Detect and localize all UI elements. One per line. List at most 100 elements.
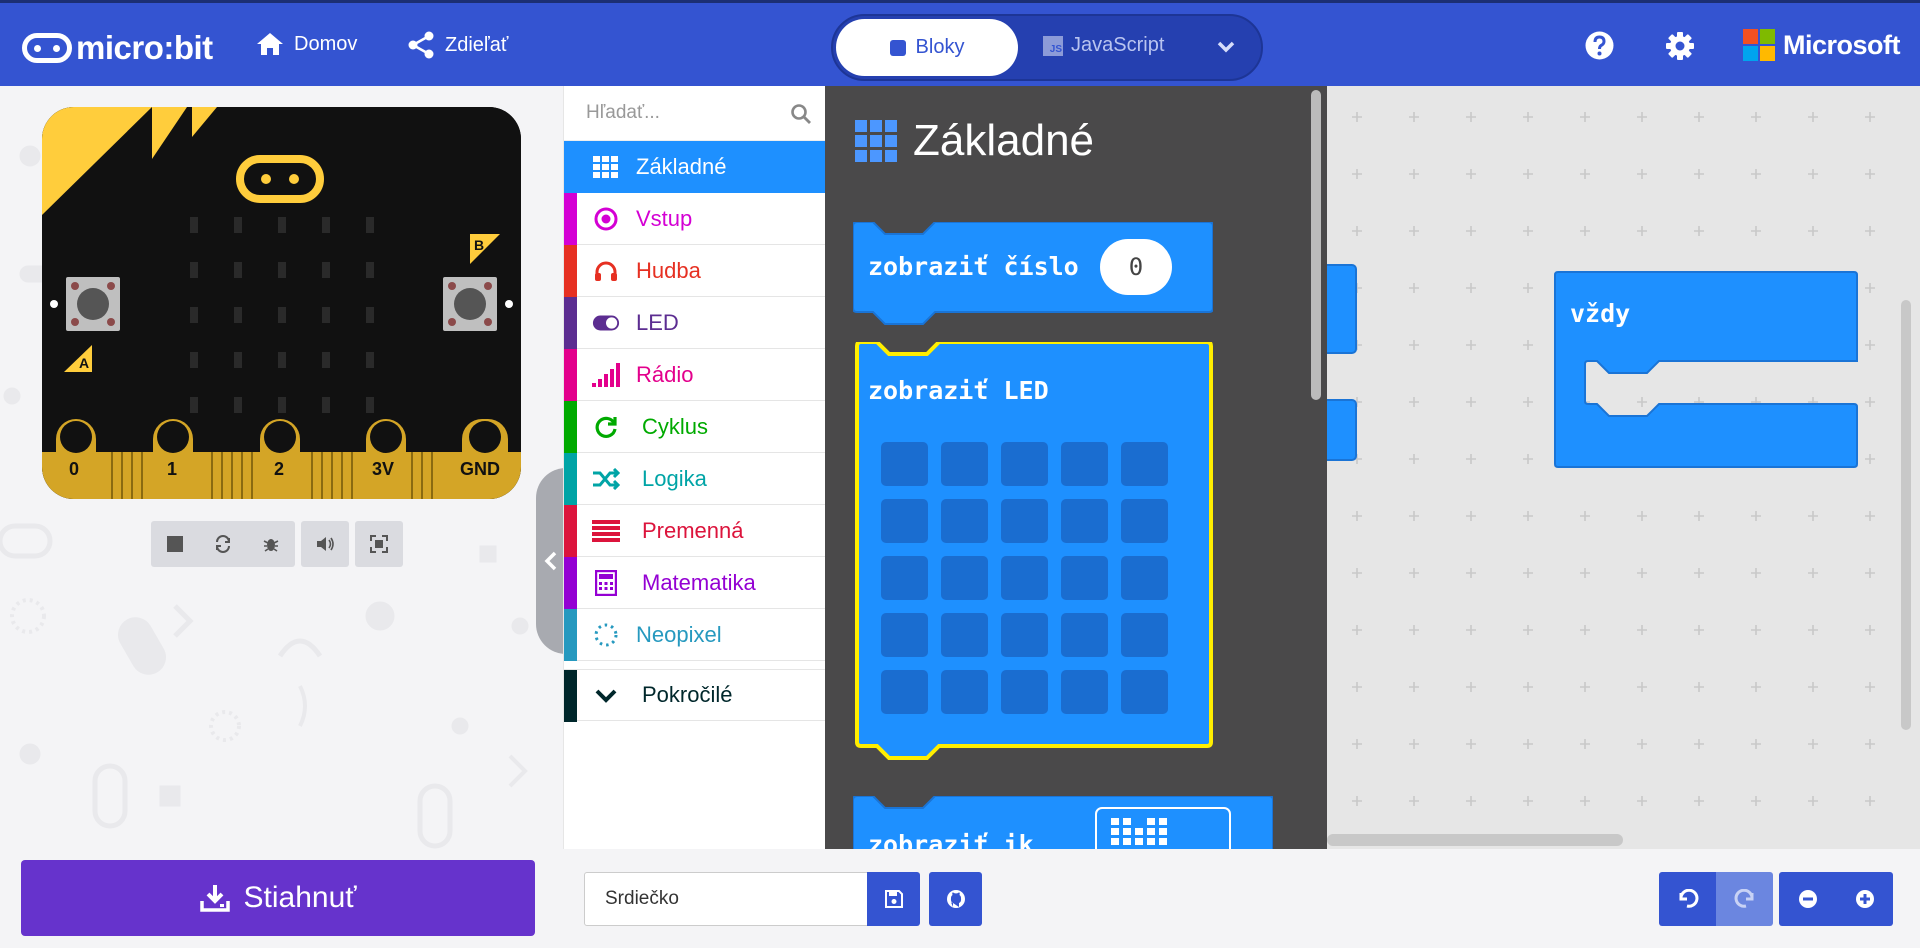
category-label: Hudba bbox=[636, 257, 701, 283]
settings-button[interactable] bbox=[1665, 31, 1695, 66]
zoom-in-button[interactable] bbox=[1836, 872, 1893, 926]
download-icon bbox=[199, 885, 230, 912]
debug-button[interactable] bbox=[247, 521, 295, 567]
language-dropdown-button[interactable] bbox=[1213, 34, 1239, 65]
home-button[interactable]: Domov bbox=[256, 31, 357, 57]
blocks-mode-button[interactable]: Bloky bbox=[836, 19, 1018, 76]
blocks-mode-label: Bloky bbox=[915, 36, 965, 58]
flyout-title: Základné bbox=[855, 116, 1094, 166]
category-label: Logika bbox=[642, 465, 707, 491]
category-radio[interactable]: Rádio bbox=[564, 349, 826, 401]
category-label: Premenná bbox=[642, 517, 744, 543]
logo-text: micro:bit bbox=[76, 29, 213, 66]
workspace-block-partial[interactable] bbox=[1327, 399, 1357, 461]
block-flyout: Základné zobraziť číslo 0 zobraziť LED z… bbox=[825, 86, 1327, 849]
microsoft-label: Microsoft bbox=[1783, 29, 1901, 60]
undo-button[interactable] bbox=[1659, 872, 1716, 926]
category-label: LED bbox=[636, 309, 679, 335]
refresh-icon bbox=[592, 415, 620, 439]
block-label: zobraziť ik bbox=[868, 830, 1034, 849]
button-a[interactable] bbox=[66, 277, 120, 331]
github-button[interactable] bbox=[929, 872, 982, 926]
save-button[interactable] bbox=[867, 872, 920, 926]
redo-button[interactable] bbox=[1716, 872, 1773, 926]
workspace-block-partial[interactable] bbox=[1327, 264, 1357, 354]
category-math[interactable]: Matematika bbox=[564, 557, 826, 609]
category-input[interactable]: Vstup bbox=[564, 193, 826, 245]
stop-button[interactable] bbox=[151, 521, 199, 567]
number-input[interactable]: 0 bbox=[1100, 239, 1172, 295]
workspace-horizontal-scrollbar[interactable] bbox=[1327, 834, 1623, 846]
simulator-controls bbox=[151, 521, 409, 567]
block-label: zobraziť číslo bbox=[868, 252, 1079, 281]
puzzle-icon bbox=[889, 39, 906, 56]
pin-label: 1 bbox=[167, 459, 178, 479]
category-variables[interactable]: Premenná bbox=[564, 505, 826, 557]
restart-icon bbox=[216, 535, 230, 553]
js-icon: JS bbox=[1043, 35, 1063, 56]
zoom-out-button[interactable] bbox=[1779, 872, 1836, 926]
simulator-pane: 0 1 2 3V GND A B bbox=[0, 86, 563, 849]
chevron-down-icon bbox=[592, 684, 620, 708]
pin-label: 2 bbox=[274, 459, 285, 479]
toolbox-search[interactable]: Hľadať... bbox=[564, 86, 826, 141]
chevron-left-icon bbox=[544, 551, 557, 571]
category-basic[interactable]: Základné bbox=[564, 141, 826, 193]
block-label: vždy bbox=[1570, 299, 1631, 328]
category-label: Cyklus bbox=[642, 413, 709, 439]
share-icon bbox=[408, 31, 434, 59]
toggle-icon bbox=[592, 311, 620, 335]
stop-icon bbox=[167, 536, 183, 552]
shuffle-icon bbox=[592, 467, 620, 491]
fullscreen-button[interactable] bbox=[355, 521, 403, 567]
help-button[interactable] bbox=[1585, 31, 1614, 65]
redo-icon bbox=[1734, 889, 1754, 908]
collapse-simulator-button[interactable] bbox=[536, 468, 563, 654]
category-music[interactable]: Hudba bbox=[564, 245, 826, 297]
zoom-in-icon bbox=[1855, 890, 1874, 908]
dots-circle-icon bbox=[592, 623, 620, 647]
github-icon bbox=[946, 890, 965, 908]
category-label: Vstup bbox=[636, 205, 693, 231]
flyout-scrollbar[interactable] bbox=[1311, 90, 1321, 400]
block-forever[interactable]: vždy bbox=[1554, 271, 1858, 468]
javascript-mode-button[interactable]: JS JavaScript bbox=[1043, 34, 1164, 57]
restart-button[interactable] bbox=[199, 521, 247, 567]
sound-icon bbox=[317, 537, 334, 551]
lines-icon bbox=[592, 519, 620, 543]
category-loops[interactable]: Cyklus bbox=[564, 401, 826, 453]
grid-icon bbox=[855, 120, 897, 162]
pin-label: GND bbox=[460, 459, 500, 479]
microbit-logo-icon bbox=[22, 33, 72, 63]
category-label: Rádio bbox=[636, 361, 694, 387]
category-label: Pokročilé bbox=[642, 682, 733, 707]
grid-icon bbox=[592, 155, 620, 179]
fullscreen-icon bbox=[370, 535, 388, 553]
share-button[interactable]: Zdieľať bbox=[407, 31, 508, 59]
undo-icon bbox=[1678, 889, 1698, 908]
category-logic[interactable]: Logika bbox=[564, 453, 826, 505]
calculator-icon bbox=[592, 570, 620, 596]
download-button[interactable]: Stiahnuť bbox=[21, 860, 535, 936]
search-icon[interactable] bbox=[790, 103, 812, 125]
category-neopixel[interactable]: Neopixel bbox=[564, 609, 826, 661]
category-advanced[interactable]: Pokročilé bbox=[564, 669, 826, 722]
project-name-value: Srdiečko bbox=[605, 888, 679, 909]
button-a-label: A bbox=[79, 355, 90, 371]
workspace-vertical-scrollbar[interactable] bbox=[1901, 300, 1911, 730]
mute-button[interactable] bbox=[301, 521, 349, 567]
microbit-logo[interactable]: micro:bit bbox=[22, 29, 213, 67]
block-show-number[interactable]: zobraziť číslo 0 bbox=[853, 222, 1213, 326]
microsoft-logo[interactable]: Microsoft bbox=[1743, 29, 1901, 61]
block-show-icon[interactable]: zobraziť ik bbox=[853, 796, 1273, 849]
button-b[interactable] bbox=[443, 277, 497, 331]
pin-label: 0 bbox=[69, 459, 80, 479]
share-label: Zdieľať bbox=[445, 33, 509, 56]
category-label: Neopixel bbox=[636, 621, 722, 647]
block-toolbox: Hľadať... Základné Vstup Hudba LED Rádio… bbox=[563, 86, 826, 849]
category-led[interactable]: LED bbox=[564, 297, 826, 349]
project-name-input[interactable]: Srdiečko bbox=[584, 872, 868, 926]
led-matrix[interactable] bbox=[881, 442, 1168, 714]
block-show-leds[interactable]: zobraziť LED bbox=[851, 342, 1215, 772]
search-input[interactable]: Hľadať... bbox=[586, 102, 660, 124]
